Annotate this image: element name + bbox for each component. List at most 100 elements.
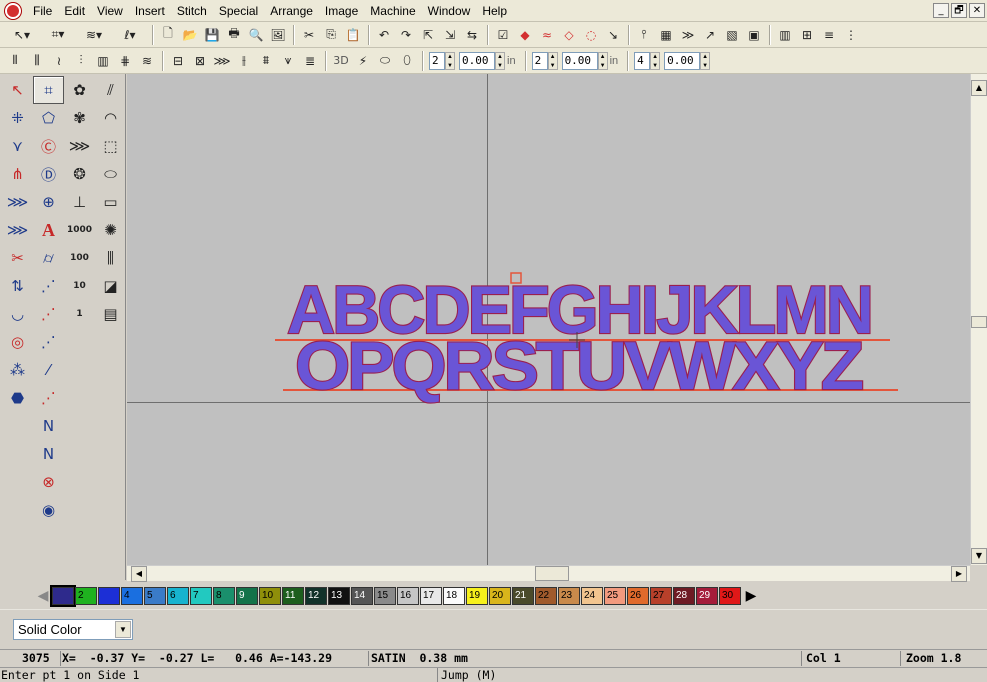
spinner-arrows-icon[interactable]: ▲ ▼ [700,51,711,70]
toolbar-button-icon[interactable]: ⇆ [462,25,482,45]
spacing-spinner[interactable]: 2 ▲ ▼ [531,51,558,70]
scroll-down-icon[interactable]: ▼ [971,548,987,564]
toolbar-button-icon[interactable]: ≋▾ [77,25,111,45]
stitch-tool-icon[interactable]: ⩩ [256,51,276,71]
toolbar-button-icon[interactable]: 🖶 [224,25,244,45]
stitch-tool-icon[interactable]: ⋕ [115,51,135,71]
toolbar-button-icon[interactable]: ⌗▾ [41,25,75,45]
toolbar-button-icon[interactable]: ↘ [603,25,623,45]
toolbar-button-icon[interactable]: ▦ [656,25,676,45]
toolbar-button-icon[interactable]: ≡ [819,25,839,45]
tool-palette-icon[interactable]: ⋰ [33,328,64,356]
app-logo-icon[interactable] [5,2,21,19]
tool-palette-icon[interactable]: ⁜ [2,104,33,132]
color-swatch[interactable]: 19 [466,587,488,605]
close-icon[interactable]: ✕ [969,3,985,18]
stitch-tool-icon[interactable]: ⩛ [278,51,298,71]
color-swatch[interactable]: 4 [121,587,143,605]
toolbar-button-icon[interactable]: ⇱ [418,25,438,45]
toolbar-button-icon[interactable]: ⋮ [841,25,861,45]
color-swatch[interactable]: 23 [558,587,580,605]
color-swatch[interactable]: 12 [305,587,327,605]
spacing-spinner[interactable]: 0.00 ▲ ▼ in [561,51,622,70]
color-swatch[interactable]: 17 [420,587,442,605]
toolbar-button-icon[interactable]: ☑ [493,25,513,45]
spacing-spinner[interactable]: 2 ▲ ▼ [429,51,455,70]
toolbar-button-icon[interactable]: ℓ▾ [113,25,147,45]
menu-stitch[interactable]: Stitch [171,0,213,22]
tool-palette-icon[interactable]: ✂ [2,244,33,272]
spinner-value[interactable]: 4 [634,51,651,70]
tool-palette-icon[interactable]: A [33,216,64,244]
toolbar-button-icon[interactable]: ↷ [396,25,416,45]
vertical-scrollbar[interactable]: ▲ ▼ [970,74,987,565]
tool-palette-icon[interactable]: ◪ [95,272,126,300]
tool-palette-icon[interactable]: ◎ [2,328,33,356]
stitch-tool-icon[interactable]: 3D [331,51,351,71]
tool-palette-icon[interactable]: 100 [64,244,95,272]
spinner-value[interactable]: 0.00 [561,51,598,70]
tool-palette-icon[interactable]: N [33,440,64,468]
stitch-tool-icon[interactable]: ⋙ [212,51,232,71]
horizontal-scroll-thumb[interactable] [535,566,569,581]
tool-palette-icon[interactable]: ❂ [64,160,95,188]
tool-palette-icon[interactable]: ⬠ [33,104,64,132]
toolbar-button-icon[interactable]: 🔍 [246,25,266,45]
tool-palette-icon[interactable]: 1 [64,300,95,328]
color-swatch[interactable]: 6 [167,587,189,605]
spinner-arrows-icon[interactable]: ▲ ▼ [650,51,661,70]
toolbar-button-icon[interactable]: ↶ [374,25,394,45]
design-text-line-2[interactable]: OPQRSTUVWXYZ [294,327,867,405]
tool-palette-icon[interactable]: Ⓒ [33,132,64,160]
tool-palette-icon[interactable]: ⋰ [33,384,64,412]
minimize-icon[interactable]: _ [933,3,949,18]
tool-palette-icon[interactable]: ⋔ [2,160,33,188]
color-swatch[interactable]: 7 [190,587,212,605]
tool-palette-icon[interactable]: ⁄ [33,356,64,384]
color-swatch[interactable]: 27 [650,587,672,605]
tool-palette-icon[interactable]: ⁂ [2,356,33,384]
menu-arrange[interactable]: Arrange [264,0,319,22]
toolbar-button-icon[interactable]: ↗ [700,25,720,45]
tool-palette-icon[interactable]: ✿ [64,76,95,104]
tool-palette-icon[interactable]: ⫽ [95,76,126,104]
tool-palette-icon[interactable]: ⇅ [2,272,33,300]
toolbar-button-icon[interactable]: 🗋 [158,25,178,45]
spinner-value[interactable]: 0.00 [459,51,495,70]
design-canvas[interactable]: ABCDEFGHIJKLMN OPQRSTUVWXYZ [127,74,970,565]
stitch-tool-icon[interactable]: ⬯ [397,51,417,71]
stitch-tool-icon[interactable]: ⫴ [5,51,25,71]
color-swatch[interactable]: 22 [535,587,557,605]
tool-palette-icon[interactable]: ⋙ [2,216,33,244]
menu-edit[interactable]: Edit [58,0,91,22]
spinner-value[interactable]: 2 [429,51,445,70]
toolbar-button-icon[interactable]: ▣ [744,25,764,45]
stitch-tool-icon[interactable]: ≀ [49,51,69,71]
tool-palette-icon[interactable]: ◠ [95,104,126,132]
color-swatch[interactable]: 9 [236,587,258,605]
embroidery-design[interactable]: ABCDEFGHIJKLMN OPQRSTUVWXYZ [127,74,970,565]
spinner-arrows-icon[interactable]: ▲ ▼ [495,51,505,70]
menu-help[interactable]: Help [476,0,513,22]
spacing-spinner[interactable]: 0.00 ▲ ▼ in [459,51,519,70]
toolbar-button-icon[interactable]: ◌ [581,25,601,45]
tool-palette-icon[interactable]: ⫼ [95,244,126,272]
restore-icon[interactable]: 🗗 [951,3,967,18]
tool-palette-icon[interactable]: ✺ [95,216,126,244]
fill-type-select[interactable]: Solid Color ▼ [13,619,133,640]
color-swatch[interactable]: 14 [351,587,373,605]
tool-palette-icon[interactable]: ▭ [95,188,126,216]
color-swatch[interactable]: 20 [489,587,511,605]
menu-file[interactable]: File [27,0,58,22]
tool-palette-icon[interactable]: ⋎ [2,132,33,160]
tool-palette-icon[interactable]: ⋰ [33,272,64,300]
stitch-tool-icon[interactable]: ⚡ [353,51,373,71]
tool-palette-icon[interactable]: ▤ [95,300,126,328]
tool-palette-icon[interactable]: ↖ [2,76,33,104]
tool-palette-icon[interactable]: ⬭ [95,160,126,188]
tool-palette-icon[interactable]: ✾ [64,104,95,132]
color-swatch[interactable]: 25 [604,587,626,605]
scroll-left-icon[interactable]: ◀ [131,566,147,582]
color-scroll-right-icon[interactable]: ▶ [742,586,760,606]
stitch-tool-icon[interactable]: ⫶ [71,51,91,71]
